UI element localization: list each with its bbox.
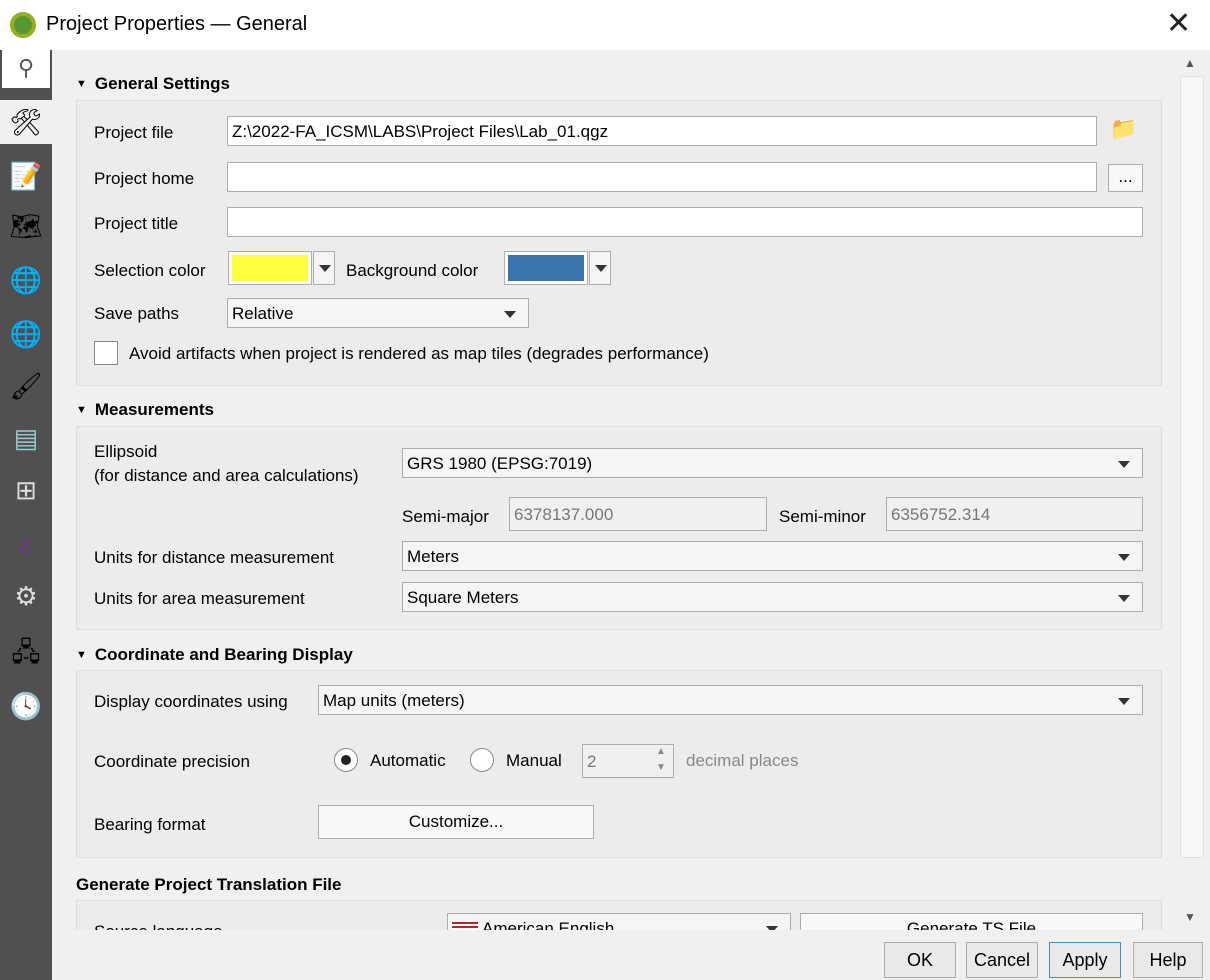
epsilon-icon: ε xyxy=(19,530,33,560)
sidebar-item-metadata[interactable]: 📝 xyxy=(0,154,52,198)
automatic-label: Automatic xyxy=(370,751,446,770)
distance-units-label: Units for distance measurement xyxy=(94,548,334,567)
background-color-dropdown[interactable] xyxy=(589,251,611,285)
table-icon: ▤ xyxy=(13,423,39,453)
clock-icon: 🕓 xyxy=(9,691,43,721)
semi-major-label: Semi-major xyxy=(402,507,489,526)
customize-button[interactable]: Customize... xyxy=(318,805,594,839)
globe-transform-icon: 🌐 xyxy=(9,319,43,349)
ok-button[interactable]: OK xyxy=(884,942,956,978)
selection-color-swatch xyxy=(232,255,308,281)
settings-panel: ▼ General Settings Project file Z:\2022-F… xyxy=(52,50,1176,930)
sidebar-item-general[interactable]: 🛠 xyxy=(0,100,52,144)
document-edit-icon: 📝 xyxy=(9,161,43,191)
tools-icon: 🛠 xyxy=(9,107,43,137)
selection-color-label: Selection color xyxy=(94,261,206,280)
selection-color-button[interactable] xyxy=(228,251,312,285)
avoid-artifacts-checkbox[interactable] xyxy=(94,341,118,365)
sidebar-item-macros[interactable]: ⚙ xyxy=(0,574,52,618)
us-flag-icon xyxy=(452,922,478,930)
sidebar-item-crs[interactable]: 🌐 xyxy=(0,258,52,302)
browse-button[interactable]: ... xyxy=(1108,164,1143,192)
cancel-button[interactable]: Cancel xyxy=(966,942,1038,978)
network-icon: 🖧 xyxy=(11,637,41,667)
semi-minor-input[interactable]: 6356752.314 xyxy=(886,497,1143,531)
section-title: Coordinate and Bearing Display xyxy=(94,645,353,664)
selection-color-dropdown[interactable] xyxy=(313,251,335,285)
search-icon[interactable]: ⚲ xyxy=(2,50,50,88)
bearing-format-label: Bearing format xyxy=(94,815,206,834)
semi-major-input[interactable]: 6378137.000 xyxy=(509,497,767,531)
measurements-header[interactable]: ▼ Measurements xyxy=(76,400,214,420)
scroll-thumb[interactable] xyxy=(1180,76,1204,858)
sidebar-item-view-settings[interactable]: 🗺 xyxy=(0,204,52,248)
area-units-select[interactable]: Square Meters xyxy=(402,582,1143,612)
ellipsoid-select[interactable]: GRS 1980 (EPSG:7019) xyxy=(402,448,1143,478)
relations-icon: ⊞ xyxy=(15,475,37,505)
scroll-down-icon[interactable]: ▼ xyxy=(1184,910,1196,924)
project-file-input[interactable]: Z:\2022-FA_ICSM\LABS\Project Files\Lab_0… xyxy=(227,116,1097,146)
manual-radio[interactable] xyxy=(470,748,494,772)
gear-play-icon: ⚙ xyxy=(14,581,38,611)
collapse-icon: ▼ xyxy=(76,649,87,661)
window-title: Project Properties — General xyxy=(46,13,308,35)
general-settings-header[interactable]: ▼ General Settings xyxy=(76,74,230,94)
help-button[interactable]: Help xyxy=(1133,942,1203,978)
background-color-label: Background color xyxy=(346,261,479,280)
globe-icon: 🌐 xyxy=(9,265,43,295)
apply-button[interactable]: Apply xyxy=(1049,942,1121,978)
sidebar-item-qgis-server[interactable]: 🖧 xyxy=(0,630,52,674)
project-title-label: Project title xyxy=(94,214,179,233)
collapse-icon: ▼ xyxy=(76,404,87,416)
distance-units-select[interactable]: Meters xyxy=(402,541,1143,571)
manual-label: Manual xyxy=(506,751,562,770)
coordinate-precision-label: Coordinate precision xyxy=(94,752,250,771)
sidebar-item-styles[interactable]: 🖌 xyxy=(0,364,52,408)
project-title-input[interactable] xyxy=(227,207,1143,237)
save-paths-select[interactable]: Relative xyxy=(227,298,529,328)
automatic-radio[interactable] xyxy=(334,748,358,772)
map-icon: 🗺 xyxy=(9,211,43,241)
save-paths-label: Save paths xyxy=(94,304,180,323)
sidebar-item-data-sources[interactable]: ▤ xyxy=(0,416,52,460)
ellipsoid-label: Ellipsoid xyxy=(94,442,158,461)
scrollbar[interactable]: ▲ ▼ xyxy=(1178,50,1206,930)
project-home-input[interactable] xyxy=(227,162,1097,192)
decimal-places-label: decimal places xyxy=(686,751,799,770)
section-title: Measurements xyxy=(94,400,214,419)
collapse-icon: ▼ xyxy=(76,78,87,90)
generate-ts-button[interactable]: Generate TS File xyxy=(800,913,1143,930)
source-language-label: Source language xyxy=(94,922,223,930)
area-units-label: Units for area measurement xyxy=(94,589,305,608)
paint-brush-icon: 🖌 xyxy=(9,371,43,401)
display-coordinates-label: Display coordinates using xyxy=(94,692,288,711)
semi-minor-label: Semi-minor xyxy=(779,507,866,526)
ellipsoid-sublabel: (for distance and area calculations) xyxy=(94,466,359,485)
sidebar-item-relations[interactable]: ⊞ xyxy=(0,468,52,512)
qgis-logo-icon xyxy=(10,12,36,38)
sidebar-item-transformations[interactable]: 🌐 xyxy=(0,312,52,356)
project-file-label: Project file xyxy=(94,123,174,142)
folder-icon[interactable]: 📁 xyxy=(1110,116,1137,142)
avoid-artifacts-label: Avoid artifacts when project is rendered… xyxy=(129,344,709,363)
scroll-up-icon[interactable]: ▲ xyxy=(1184,56,1196,70)
close-icon[interactable]: ✕ xyxy=(1166,6,1191,41)
spin-arrows-icon[interactable]: ▲ ▼ xyxy=(656,744,666,776)
display-coordinates-select[interactable]: Map units (meters) xyxy=(318,685,1143,715)
sidebar-item-variables[interactable]: ε xyxy=(0,522,52,566)
translation-header: Generate Project Translation File xyxy=(76,875,342,894)
background-color-swatch xyxy=(508,255,584,281)
background-color-button[interactable] xyxy=(504,251,588,285)
coordinates-header[interactable]: ▼ Coordinate and Bearing Display xyxy=(76,645,353,665)
project-home-label: Project home xyxy=(94,169,195,188)
source-language-value: American English xyxy=(482,919,615,930)
source-language-select[interactable]: American English xyxy=(447,913,791,930)
section-title: General Settings xyxy=(94,74,230,93)
sidebar-item-temporal[interactable]: 🕓 xyxy=(0,684,52,728)
